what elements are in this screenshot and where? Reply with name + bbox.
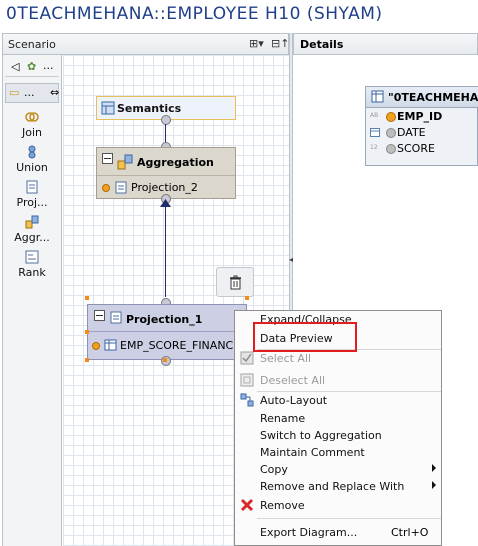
palette-item-join[interactable]: Join <box>3 110 61 139</box>
resize-handle[interactable] <box>245 296 249 300</box>
column-dot-icon <box>386 128 396 138</box>
palette-item-rank[interactable]: Rank <box>3 250 61 279</box>
palette-toolbar: ◁ ✿ ... <box>5 57 59 77</box>
key-dot-icon <box>102 184 110 192</box>
delete-button[interactable] <box>216 267 254 297</box>
menu-item-rename[interactable]: Rename <box>235 410 441 427</box>
palette-drawer-tab[interactable]: ▭ ... ⇔ <box>5 83 59 103</box>
table-name: "0TEACHMEHAN <box>388 91 478 104</box>
menu-separator <box>257 518 441 519</box>
data-preview-highlight <box>253 322 357 352</box>
aggregation-label: Aggregation <box>137 156 214 169</box>
folder-icon: ▭ <box>9 86 20 99</box>
rank-icon <box>25 250 39 264</box>
palette-item-aggregation[interactable]: Aggr... <box>3 215 61 244</box>
menu-item-remove[interactable]: Remove <box>235 497 441 514</box>
arrow-head-icon <box>160 199 171 207</box>
palette-back-icon[interactable]: ◁ <box>11 60 19 73</box>
column-row[interactable]: AB EMP_ID <box>366 108 478 124</box>
edge-aggregation-to-semantics <box>165 124 166 144</box>
menu-item-switch-to-aggregation[interactable]: Switch to Aggregation <box>235 427 441 444</box>
projection-icon <box>115 181 127 194</box>
trash-icon <box>230 275 241 290</box>
palette-settings-icon[interactable]: ✿ <box>27 60 36 73</box>
projection-icon <box>26 180 38 194</box>
tool-palette: ◁ ✿ ... ▭ ... ⇔ Join Union Proj... Aggr.… <box>2 55 62 546</box>
table-widget[interactable]: "0TEACHMEHAN AB EMP_ID DATE 12 SCORE <box>365 86 478 166</box>
column-row[interactable]: 12 SCORE <box>366 140 478 156</box>
remove-icon <box>240 498 254 512</box>
resize-handle[interactable] <box>85 296 89 300</box>
projection-icon <box>110 311 122 324</box>
projection-1-label: Projection_1 <box>126 313 203 326</box>
deselect-all-icon <box>240 373 254 387</box>
submenu-arrow-icon <box>432 481 436 489</box>
aggregation-icon <box>25 215 39 229</box>
table-icon <box>371 90 384 103</box>
key-dot-icon <box>92 342 100 350</box>
resize-handle[interactable] <box>85 358 89 362</box>
menu-item-select-all[interactable]: Select All <box>235 350 441 367</box>
menu-item-export-diagram[interactable]: Export Diagram... Ctrl+O <box>235 524 441 541</box>
menu-item-remove-and-replace[interactable]: Remove and Replace With <box>235 478 441 495</box>
menu-item-maintain-comment[interactable]: Maintain Comment <box>235 444 441 461</box>
select-all-icon <box>240 351 254 365</box>
table-header: "0TEACHMEHAN <box>366 87 478 108</box>
aggregation-node[interactable]: Aggregation Projection_2 <box>96 147 236 199</box>
aggregation-input-label: Projection_2 <box>131 181 198 194</box>
palette-item-union[interactable]: Union <box>3 145 61 174</box>
column-name: EMP_ID <box>397 110 443 123</box>
aggregation-header: Aggregation <box>97 148 235 174</box>
semantics-input-port[interactable] <box>161 115 171 125</box>
details-panel-title: Details <box>300 38 344 51</box>
palette-item-projection[interactable]: Proj... <box>3 180 61 209</box>
shortcut-label: Ctrl+O <box>391 526 429 539</box>
projection-1-node[interactable]: Projection_1 EMP_SCORE_FINANCE <box>87 304 247 360</box>
details-panel-header: Details <box>293 33 478 55</box>
key-dot-icon <box>386 112 396 122</box>
resize-handle[interactable] <box>85 330 89 334</box>
drawer-toggle-icon[interactable]: ⇔ <box>50 86 59 99</box>
submenu-arrow-icon <box>432 464 436 472</box>
aggregation-node-icon <box>117 154 133 170</box>
editor-title: 0TEACHMEHANA::EMPLOYEE H10 (SHYAM) <box>6 4 383 24</box>
editor-title-bar: 0TEACHMEHANA::EMPLOYEE H10 (SHYAM) <box>0 0 478 32</box>
resize-handle[interactable] <box>163 358 167 362</box>
date-type-icon <box>370 128 380 137</box>
column-type-label: 12 <box>370 144 378 151</box>
semantics-icon <box>101 101 115 115</box>
scenario-panel-header: Scenario ⊞▾ ⊟↑ <box>2 33 289 55</box>
collapse-all-icon[interactable]: ⊞▾ <box>249 37 264 50</box>
projection-1-input-label: EMP_SCORE_FINANCE <box>120 339 241 352</box>
auto-layout-icon <box>240 393 254 407</box>
semantics-label: Semantics <box>117 102 182 115</box>
column-type-label: AB <box>370 112 379 119</box>
edge-projection-to-aggregation <box>165 205 166 297</box>
column-row[interactable]: DATE <box>366 124 478 140</box>
menu-item-deselect-all[interactable]: Deselect All <box>235 372 441 389</box>
table-icon <box>104 339 117 351</box>
column-name: SCORE <box>397 142 435 155</box>
column-dot-icon <box>386 144 396 154</box>
maximize-icon[interactable]: ⊟↑ <box>271 37 289 50</box>
palette-more-label[interactable]: ... <box>43 59 54 72</box>
join-icon <box>25 112 39 122</box>
menu-item-copy[interactable]: Copy <box>235 461 441 478</box>
collapse-icon[interactable] <box>102 153 113 164</box>
menu-item-auto-layout[interactable]: Auto-Layout <box>235 392 441 409</box>
column-name: DATE <box>397 126 426 139</box>
collapse-icon[interactable] <box>94 310 105 321</box>
palette-drawer-label: ... <box>24 86 35 99</box>
scenario-panel-title: Scenario <box>8 38 56 51</box>
union-icon <box>28 145 36 159</box>
